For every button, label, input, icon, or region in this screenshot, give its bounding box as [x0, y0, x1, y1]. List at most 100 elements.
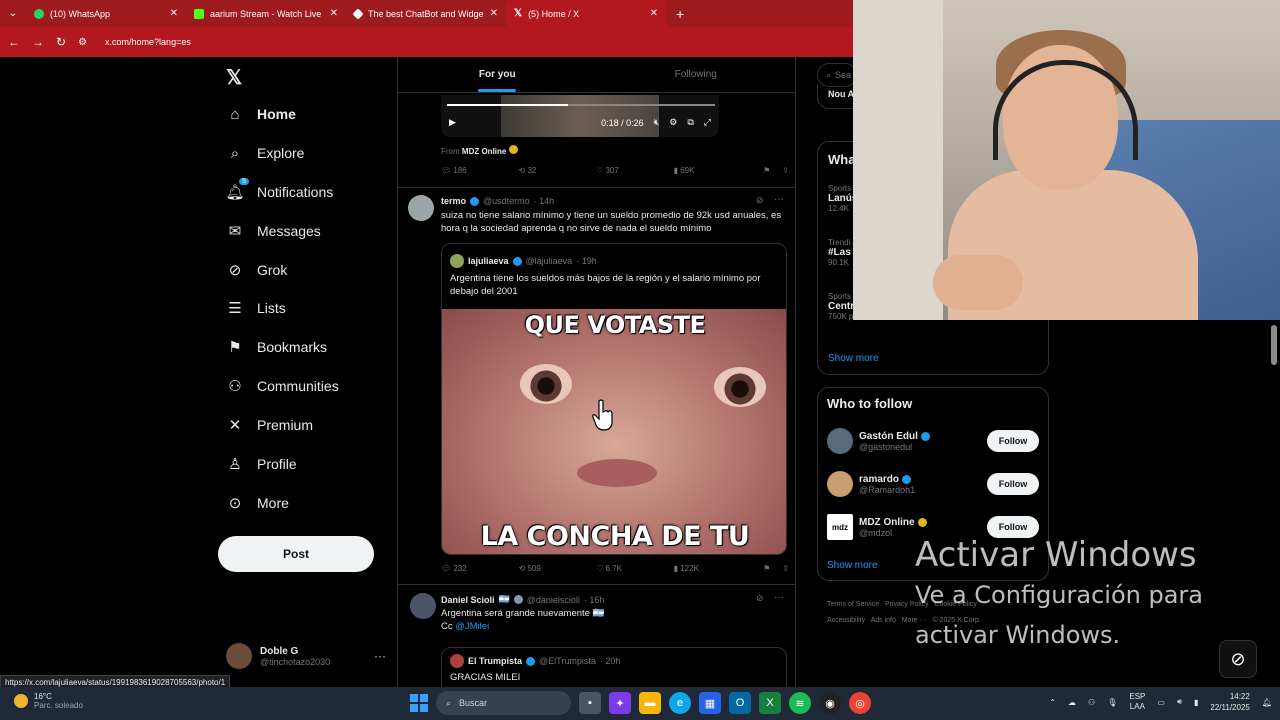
settings-icon[interactable]: ⚙: [669, 117, 677, 128]
grok-icon[interactable]: ⊘: [756, 593, 764, 604]
close-tab-icon[interactable]: ✕: [650, 8, 658, 19]
chrome-icon[interactable]: ◎: [849, 692, 871, 714]
browser-tab-x-home[interactable]: 𝕏 (5) Home / X ✕: [506, 0, 666, 27]
back-icon[interactable]: ←: [8, 35, 20, 49]
language-indicator[interactable]: ESP LAA: [1129, 692, 1145, 712]
meme-image[interactable]: QUE VOTASTE LA CONCHA DE TU MADRE: [442, 309, 786, 554]
close-tab-icon[interactable]: ✕: [330, 8, 338, 19]
views-button[interactable]: ▮ 122K: [674, 564, 752, 573]
video-player[interactable]: ▶ 0:18 / 0:26 🔇︎ ⚙ ⧉ ⤢: [441, 95, 719, 137]
account-switcher[interactable]: Doble G @tinchotazo2030 ···: [226, 643, 386, 669]
quoted-post[interactable]: lajuliaeva @lajuliaeva · 19h Argentina t…: [441, 243, 787, 555]
page-scrollbar[interactable]: [1271, 325, 1277, 365]
more-dots-icon[interactable]: ···: [774, 194, 784, 205]
post-button[interactable]: Post: [218, 536, 374, 572]
play-icon[interactable]: ▶: [449, 117, 456, 128]
network-icon[interactable]: ⚇: [1088, 698, 1095, 707]
more-dots-icon[interactable]: ···: [774, 592, 784, 603]
x-logo-icon[interactable]: 𝕏: [226, 65, 242, 90]
forward-icon[interactable]: →: [32, 35, 44, 49]
cloud-icon[interactable]: ☁: [1068, 698, 1076, 707]
mention-link[interactable]: @JMilei: [455, 621, 489, 632]
obs-icon[interactable]: ◉: [819, 692, 841, 714]
nav-item-bookmarks[interactable]: ⚑ Bookmarks: [226, 338, 327, 356]
repost-button[interactable]: ⟲ 509: [519, 564, 597, 573]
nav-item-lists[interactable]: ☰ Lists: [226, 299, 286, 317]
new-tab-icon[interactable]: +: [666, 6, 684, 22]
follow-button[interactable]: Follow: [987, 473, 1039, 495]
footer-link[interactable]: Terms of Service: [827, 601, 879, 608]
tray-chevron-icon[interactable]: ⌃: [1049, 698, 1056, 707]
file-explorer-icon[interactable]: ▬: [639, 692, 661, 714]
repost-button[interactable]: ⟲ 32: [519, 166, 597, 175]
author-name[interactable]: termo: [441, 196, 466, 206]
edge-icon[interactable]: e: [669, 692, 691, 714]
views-button[interactable]: ▮ 69K: [674, 166, 752, 175]
like-button[interactable]: ♡ 6.7K: [596, 564, 674, 573]
copilot-icon[interactable]: ✦: [609, 692, 631, 714]
outlook-icon[interactable]: O: [729, 692, 751, 714]
like-button[interactable]: ♡ 307: [596, 166, 674, 175]
from-name[interactable]: MDZ Online: [462, 147, 506, 156]
volume-icon[interactable]: 🔊︎: [1177, 697, 1182, 707]
close-tab-icon[interactable]: ✕: [170, 8, 178, 19]
url-field[interactable]: x.com/home?lang=es: [105, 37, 191, 47]
nav-item-messages[interactable]: ✉ Messages: [226, 222, 321, 240]
footer-link[interactable]: Ads info: [871, 617, 896, 624]
pip-icon[interactable]: ⧉: [687, 117, 693, 128]
share-icon[interactable]: ⇪: [782, 564, 789, 573]
tab-for-you[interactable]: For you: [398, 57, 597, 92]
nav-item-home[interactable]: ⌂ Home: [226, 105, 295, 123]
mic-icon[interactable]: 🎙︎: [1107, 698, 1117, 707]
more-dots-icon[interactable]: ···: [374, 649, 386, 663]
search-input[interactable]: ⌕ Sea: [817, 63, 857, 87]
taskbar-search[interactable]: ⌕ Buscar: [436, 691, 571, 715]
quoted-post[interactable]: El Trumpista @ElTrumpista · 20h GRACIAS …: [441, 647, 787, 687]
task-view-icon[interactable]: ▪: [579, 692, 601, 714]
grok-floating-icon[interactable]: ⊘: [1219, 640, 1257, 678]
nav-item-premium[interactable]: ✕ Premium: [226, 416, 313, 434]
nav-item-notifications[interactable]: 🔔︎ 5 Notifications: [225, 178, 333, 201]
browser-tab-kick[interactable]: aarium Stream - Watch Live on ✕: [186, 0, 346, 27]
bookmark-icon[interactable]: ⚑: [763, 166, 770, 175]
clock[interactable]: 14:22 22/11/2025: [1210, 691, 1249, 713]
follow-button[interactable]: Follow: [987, 430, 1039, 452]
video-progress-bar[interactable]: [447, 104, 715, 106]
nav-item-grok[interactable]: ⊘ Grok: [226, 261, 288, 279]
bookmark-icon[interactable]: ⚑: [763, 564, 770, 573]
battery-icon[interactable]: ▮: [1194, 698, 1198, 707]
store-icon[interactable]: ▦: [699, 692, 721, 714]
tab-following[interactable]: Following: [597, 57, 796, 92]
nav-item-more[interactable]: ⊙ More: [226, 494, 289, 512]
show-more-link[interactable]: Show more: [828, 353, 879, 364]
reply-button[interactable]: 💬︎ 186: [441, 166, 519, 175]
browser-tab-whatsapp[interactable]: (10) WhatsApp ✕: [26, 0, 186, 27]
monitor-icon[interactable]: ▭: [1157, 698, 1165, 707]
excel-icon[interactable]: X: [759, 692, 781, 714]
reply-button[interactable]: 💬︎ 232: [441, 564, 519, 573]
author-handle[interactable]: @usdtermo: [483, 196, 530, 206]
spotify-icon[interactable]: ≋: [789, 692, 811, 714]
trend-item[interactable]: Trendi #Las 90.1K: [828, 238, 851, 267]
share-icon[interactable]: ⇪: [782, 166, 789, 175]
notification-bell-icon[interactable]: 🔔︎: [1262, 698, 1272, 707]
weather-widget[interactable]: 16°C Parc. soleado: [14, 692, 83, 710]
author-handle[interactable]: @danielscioli: [527, 595, 580, 605]
grok-icon[interactable]: ⊘: [756, 195, 764, 206]
nav-item-profile[interactable]: ♙ Profile: [226, 455, 296, 473]
windows-start-icon[interactable]: [410, 694, 428, 712]
close-tab-icon[interactable]: ✕: [490, 8, 498, 19]
tab-list-chevron-icon[interactable]: ⌄: [0, 8, 26, 19]
follow-suggestion[interactable]: ramardo @Ramardoh1 Follow: [827, 469, 1039, 499]
author-name[interactable]: Daniel Scioli: [441, 595, 495, 605]
nav-item-communities[interactable]: ⚇ Communities: [226, 377, 338, 395]
follow-suggestion[interactable]: Gastón Edul @gastonedul Follow: [827, 426, 1039, 456]
nav-item-explore[interactable]: ⌕ Explore: [226, 144, 305, 162]
fullscreen-icon[interactable]: ⤢: [704, 117, 711, 128]
footer-link[interactable]: Accessibility: [827, 617, 865, 624]
mute-icon[interactable]: 🔇︎: [654, 117, 660, 128]
avatar[interactable]: [410, 593, 436, 619]
reload-icon[interactable]: ↻: [56, 35, 66, 49]
browser-tab-chatbot[interactable]: The best ChatBot and Widgets ✕: [346, 0, 506, 27]
avatar[interactable]: [408, 195, 434, 221]
